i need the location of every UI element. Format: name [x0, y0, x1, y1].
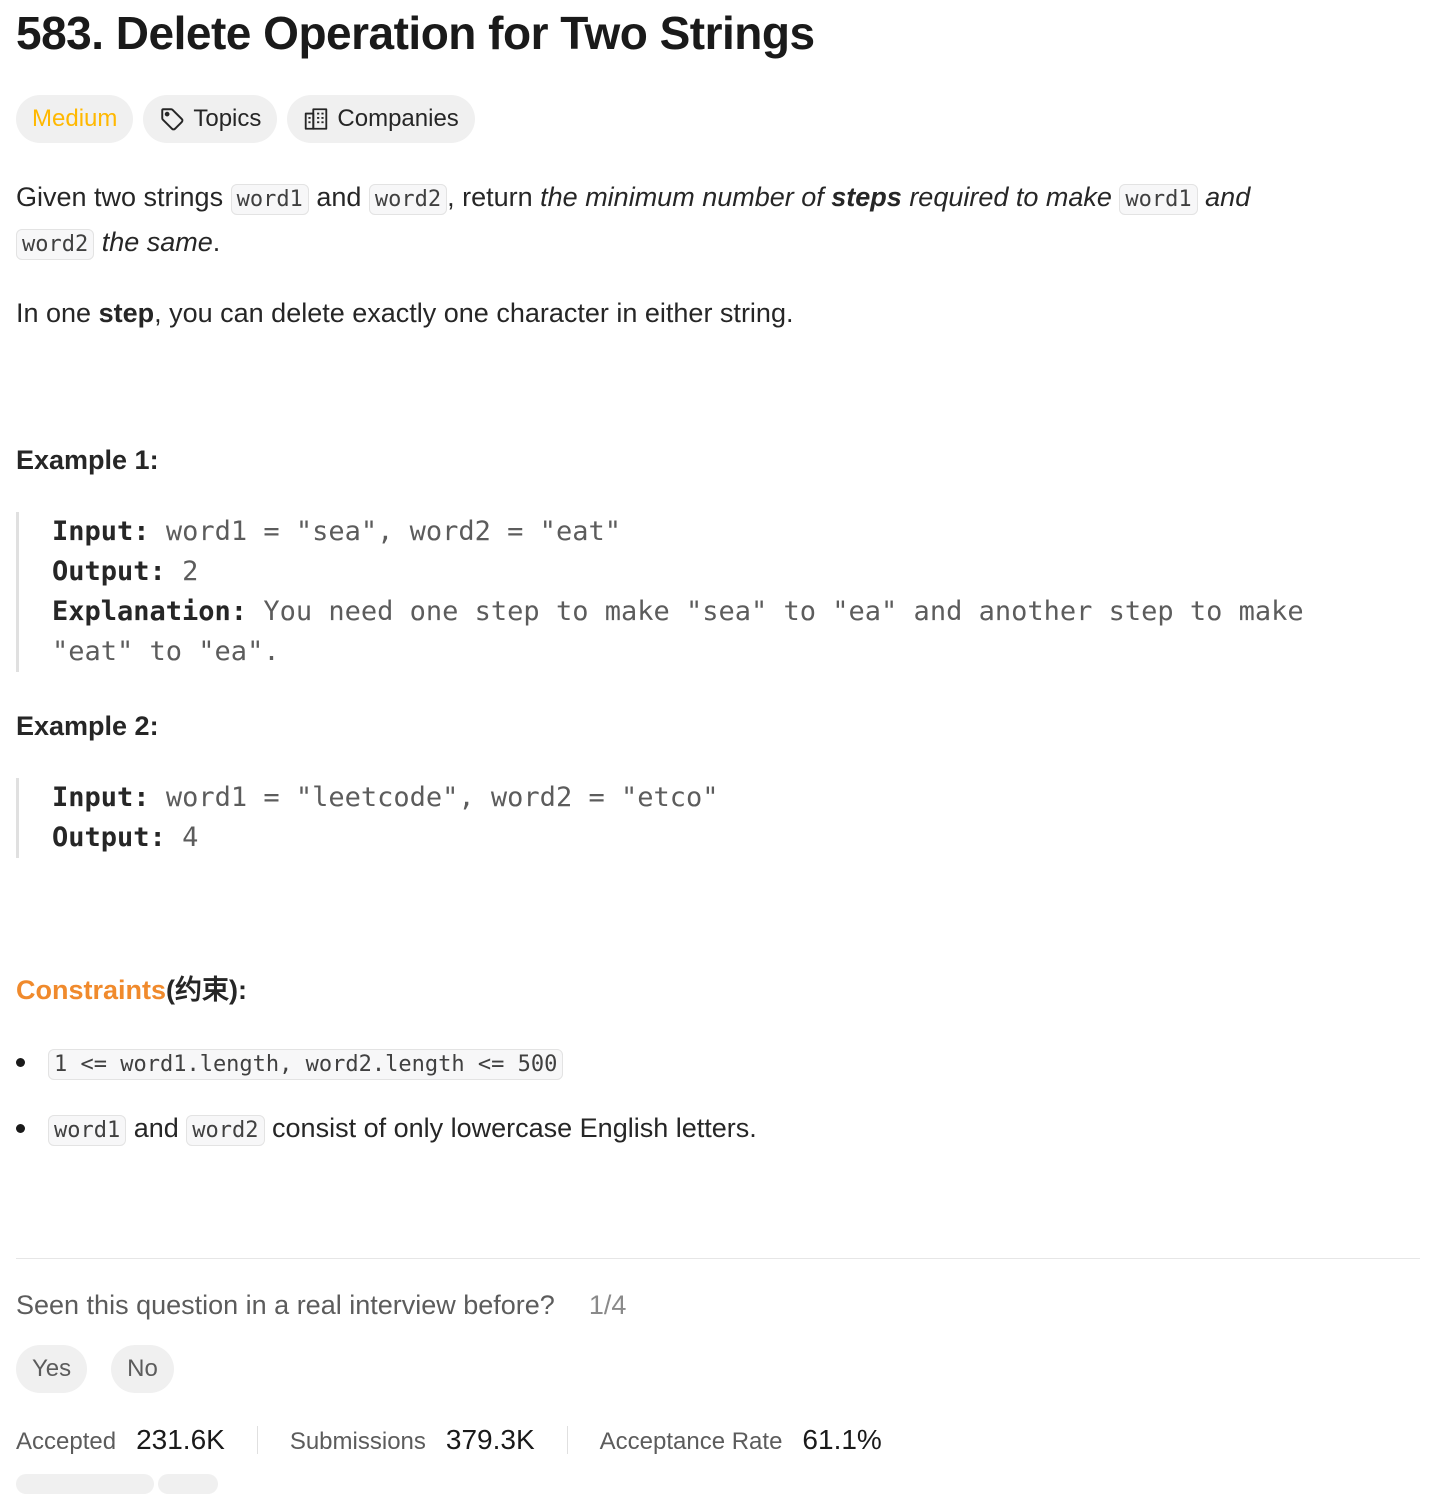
example-1-output-line: Output: 2 [52, 552, 1346, 592]
companies-label: Companies [337, 105, 459, 132]
difficulty-badge[interactable]: Medium [16, 95, 134, 143]
stats-bar: Accepted 231.6K Submissions 379.3K Accep… [16, 1418, 882, 1462]
submissions-stat: Submissions 379.3K [290, 1424, 535, 1456]
submissions-value: 379.3K [445, 1424, 535, 1455]
example-2-heading: Example 2: [16, 711, 159, 741]
no-button[interactable]: No [111, 1345, 174, 1393]
page-title: 583. Delete Operation for Two Strings [16, 7, 815, 59]
bold-text: steps [831, 182, 902, 212]
text-span: and [126, 1113, 187, 1143]
submissions-label: Submissions [289, 1428, 426, 1455]
topics-button[interactable]: Topics [143, 95, 278, 143]
constraints-title: Constraints [16, 975, 167, 1005]
interview-question: Seen this question in a real interview b… [16, 1290, 626, 1321]
yes-button[interactable]: Yes [16, 1345, 88, 1393]
example-1-explanation-line: Explanation: You need one step to make "… [52, 592, 1346, 632]
acceptance-rate-label: Acceptance Rate [599, 1428, 783, 1455]
explanation-value: You need one step to make "sea" to "ea" … [263, 596, 1304, 627]
inline-code: word1 [48, 1115, 127, 1146]
inline-code: word2 [16, 229, 95, 260]
bold-text: step [98, 298, 155, 328]
interview-question-label: Seen this question in a real interview b… [16, 1290, 555, 1320]
tag-row: Medium Topics Companies [16, 95, 475, 143]
inline-code: 1 <= word1.length, word2.length <= 500 [48, 1049, 564, 1080]
description-paragraph-1: Given two strings word1 and word2, retur… [16, 176, 1420, 266]
building-icon [303, 106, 329, 132]
explanation-label: Explanation: [52, 596, 248, 627]
example-1-input-line: Input: word1 = "sea", word2 = "eat" [52, 512, 1346, 552]
description-paragraph-2: In one step, you can delete exactly one … [16, 292, 793, 334]
example-1-heading: Example 1: [16, 445, 159, 475]
input-label: Input: [52, 516, 150, 547]
accepted-stat: Accepted 231.6K [16, 1424, 225, 1456]
output-label: Output: [52, 822, 166, 853]
text-span: , you can delete exactly one character i… [154, 298, 794, 328]
inline-code: word2 [368, 184, 448, 215]
text-span: , return [447, 182, 541, 212]
input-value: word1 = "sea", word2 = "eat" [165, 516, 621, 547]
emphasis-text: required to make [901, 182, 1120, 212]
text-span: consist of only lowercase English letter… [264, 1113, 757, 1143]
accepted-value: 231.6K [136, 1424, 225, 1455]
list-item: word1 and word2 consist of only lowercas… [16, 1106, 757, 1150]
acceptance-rate-stat: Acceptance Rate 61.1% [600, 1424, 882, 1456]
divider [256, 1426, 258, 1454]
emphasis-text: and [1197, 182, 1251, 212]
bottom-pill[interactable] [16, 1474, 154, 1494]
companies-button[interactable]: Companies [287, 95, 475, 143]
inline-code: word1 [230, 184, 309, 215]
divider [566, 1426, 568, 1454]
accepted-label: Accepted [16, 1428, 117, 1455]
constraints-heading: Constraints(约束): [16, 968, 247, 1007]
input-value: word1 = "leetcode", word2 = "etco" [165, 782, 719, 813]
interview-answer-buttons: Yes No [16, 1345, 174, 1393]
list-item: 1 <= word1.length, word2.length <= 500 [16, 1040, 757, 1084]
example-1-explanation-continued: "eat" to "ea". [52, 636, 280, 667]
topics-label: Topics [193, 105, 262, 132]
constraints-list: 1 <= word1.length, word2.length <= 500 w… [16, 1040, 757, 1172]
text-span: Given two strings [16, 182, 231, 212]
divider [16, 1258, 1420, 1259]
interview-question-counter: 1/4 [588, 1290, 627, 1320]
text-span: . [212, 227, 221, 257]
output-value: 4 [182, 822, 199, 853]
example-2-output-line: Output: 4 [52, 818, 1346, 858]
emphasis-text: the minimum number of [540, 182, 832, 212]
example-2-block: Input: word1 = "leetcode", word2 = "etco… [16, 778, 1346, 858]
tag-icon [159, 106, 185, 132]
text-span: and [308, 182, 369, 212]
output-value: 2 [182, 556, 199, 587]
text-span: In one [16, 298, 99, 328]
inline-code: word1 [1119, 184, 1198, 215]
output-label: Output: [52, 556, 166, 587]
emphasis-text: the same [94, 227, 213, 257]
example-2-input-line: Input: word1 = "leetcode", word2 = "etco… [52, 778, 1346, 818]
acceptance-rate-value: 61.1% [802, 1424, 882, 1455]
bottom-pill[interactable] [158, 1474, 218, 1494]
example-1-block: Input: word1 = "sea", word2 = "eat" Outp… [16, 512, 1346, 672]
inline-code: word2 [186, 1115, 265, 1146]
input-label: Input: [52, 782, 150, 813]
constraints-title-suffix: (约束): [166, 975, 248, 1005]
